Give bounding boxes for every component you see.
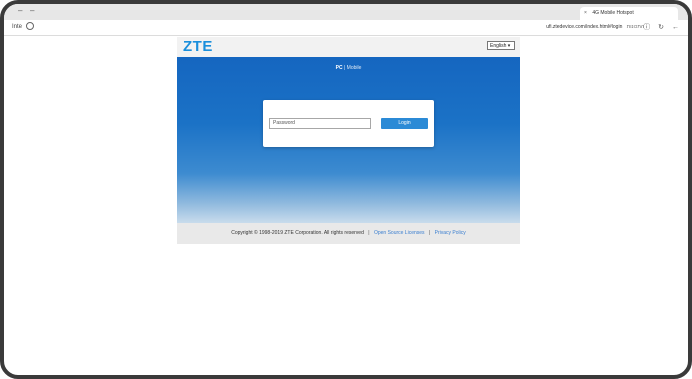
footer-separator: | <box>428 230 431 236</box>
address-bar: Inte ufi.ztedevice.com/index.html#login … <box>4 20 688 36</box>
login-button[interactable]: Login <box>381 118 428 129</box>
mode-separator: | <box>343 65 346 71</box>
navigation-icons[interactable]: ⓘ ↻ ← <box>643 22 682 33</box>
login-card: Password Login <box>263 100 434 147</box>
device-screen: – – + × 4G Mobile Hotspot Inte ufi.ztede… <box>0 0 692 379</box>
page-footer: Copyright © 1998-2019 ZTE Corporation. A… <box>177 223 520 244</box>
copyright-text: Copyright © 1998-2019 ZTE Corporation. A… <box>231 230 364 236</box>
address-extra-text: התכונות <box>626 24 644 30</box>
pc-mode-link[interactable]: PC <box>336 65 343 71</box>
site-info-icon[interactable] <box>25 22 34 31</box>
password-input[interactable]: Password <box>269 118 371 129</box>
browser-tab[interactable]: × 4G Mobile Hotspot <box>580 7 678 20</box>
tab-title: 4G Mobile Hotspot <box>592 10 634 16</box>
footer-separator: | <box>368 230 370 236</box>
close-tab-icon[interactable]: × <box>584 10 587 16</box>
browser-tab-bar: – – + × 4G Mobile Hotspot <box>4 4 688 20</box>
zte-login-page: ZTE English ▾ PC | Mobile Password Login… <box>177 37 520 244</box>
open-source-licenses-link[interactable]: Open Source Licenses <box>374 230 425 236</box>
address-label: Inte <box>12 24 23 30</box>
address-bar-left: Inte <box>12 22 34 33</box>
window-control[interactable]: – <box>30 6 34 16</box>
mobile-mode-link[interactable]: Mobile <box>347 65 362 71</box>
view-mode-switch: PC | Mobile <box>177 65 520 71</box>
url-text: ufi.ztedevice.com/index.html#login <box>546 24 623 30</box>
language-select[interactable]: English ▾ <box>487 41 515 50</box>
privacy-policy-link[interactable]: Privacy Policy <box>435 230 466 236</box>
window-control[interactable]: – <box>18 6 22 16</box>
zte-logo: ZTE <box>183 38 213 55</box>
login-hero: PC | Mobile Password Login <box>177 57 520 223</box>
url-field[interactable]: ufi.ztedevice.com/index.html#login התכונ… <box>546 22 644 33</box>
page-header: ZTE English ▾ <box>177 37 520 57</box>
